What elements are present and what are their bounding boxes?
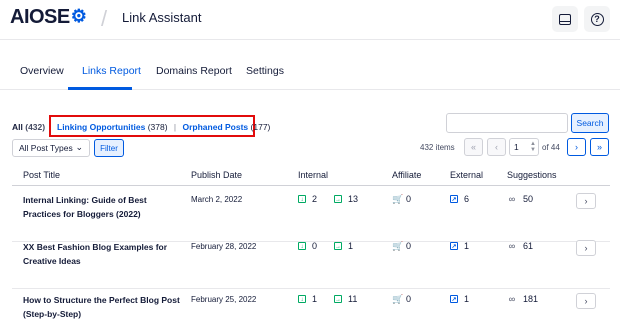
suggestions-count[interactable]: ∞ 181 [507, 294, 538, 304]
expand-row-button[interactable]: › [576, 240, 596, 256]
external-link-icon: ↗ [450, 195, 458, 203]
suggestions-count[interactable]: ∞ 50 [507, 194, 533, 204]
external-links[interactable]: ↗ 1 [450, 294, 469, 304]
inbound-link-icon: ↓ [298, 295, 306, 303]
page-total: of 44 [542, 143, 560, 152]
tab-settings[interactable]: Settings [246, 65, 284, 77]
external-links[interactable]: ↗ 1 [450, 241, 469, 251]
items-count: 432 items [420, 143, 455, 152]
expand-row-button[interactable]: › [576, 293, 596, 309]
tab-overview[interactable]: Overview [20, 65, 64, 77]
link-chain-icon: ∞ [508, 194, 516, 204]
separator: | [173, 122, 177, 132]
external-link-icon: ↗ [450, 242, 458, 250]
inbound-links[interactable]: ↓ 2 [298, 194, 317, 204]
outbound-link-icon: → [334, 295, 342, 303]
link-chain-icon: ∞ [508, 241, 516, 251]
prev-page-button[interactable]: ‹ [487, 138, 506, 156]
tab-domains-report[interactable]: Domains Report [156, 65, 232, 77]
filter-button[interactable]: Filter [94, 139, 124, 157]
chevron-down-icon: ⌄ [75, 142, 83, 152]
link-chain-icon: ∞ [508, 294, 516, 304]
external-link-icon: ↗ [450, 295, 458, 303]
affiliate-links[interactable]: 🛒 0 [392, 194, 411, 204]
cart-icon: 🛒 [392, 241, 404, 251]
tab-bar: Overview Links Report Domains Report Set… [0, 40, 620, 90]
table-header: Post Title Publish Date Internal Affilia… [12, 164, 610, 186]
col-suggestions: Suggestions [507, 170, 557, 180]
page-number-input[interactable]: 1 ▲ ▼ [509, 138, 539, 156]
col-post-title[interactable]: Post Title [23, 170, 60, 180]
col-external: External [450, 170, 484, 180]
notifications-button[interactable] [552, 6, 578, 32]
post-title-link[interactable]: XX Best Fashion Blog Examples for Creati… [23, 240, 183, 268]
inbound-link-icon: ↓ [298, 195, 306, 203]
stepper-icon: ▲ ▼ [530, 141, 536, 153]
inbound-link-icon: ↓ [298, 242, 306, 250]
post-type-value: All Post Types [19, 143, 73, 153]
inbound-links[interactable]: ↓ 1 [298, 294, 317, 304]
search-button[interactable]: Search [571, 113, 609, 133]
external-links[interactable]: ↗ 6 [450, 194, 469, 204]
filter-all-label: All [12, 122, 23, 132]
highlight-box: Linking Opportunities (378) | Orphaned P… [49, 115, 270, 137]
gear-o-icon: ⚙ [70, 6, 87, 26]
affiliate-links[interactable]: 🛒 0 [392, 294, 411, 304]
top-bar: AIOSE⚙ / Link Assistant ? [0, 0, 620, 40]
page-title: Link Assistant [122, 10, 202, 25]
cart-icon: 🛒 [392, 294, 404, 304]
outbound-link-icon: → [334, 195, 342, 203]
filter-linking-opportunities[interactable]: Linking Opportunities [57, 122, 145, 132]
publish-date: February 28, 2022 [191, 242, 257, 251]
tab-links-report[interactable]: Links Report [82, 65, 141, 77]
col-internal: Internal [298, 170, 329, 180]
expand-row-button[interactable]: › [576, 193, 596, 209]
table-row: XX Best Fashion Blog Examples for Creati… [12, 233, 610, 289]
affiliate-links[interactable]: 🛒 0 [392, 241, 411, 251]
help-button[interactable]: ? [584, 6, 610, 32]
outbound-links[interactable]: → 13 [334, 194, 358, 204]
active-tab-indicator [68, 87, 132, 90]
cart-icon: 🛒 [392, 194, 404, 204]
post-type-select[interactable]: All Post Types ⌄ [12, 139, 90, 157]
col-publish-date[interactable]: Publish Date [191, 170, 242, 180]
outbound-link-icon: → [334, 242, 342, 250]
help-icon: ? [590, 12, 604, 26]
last-page-button[interactable]: » [590, 138, 609, 156]
next-page-button[interactable]: › [567, 138, 586, 156]
publish-date: March 2, 2022 [191, 195, 243, 204]
aioseo-logo: AIOSE⚙ [10, 6, 87, 28]
current-page: 1 [514, 142, 519, 152]
inbox-icon [559, 13, 571, 25]
post-title-link[interactable]: How to Structure the Perfect Blog Post (… [23, 293, 183, 321]
outbound-links[interactable]: → 1 [334, 241, 353, 251]
first-page-button[interactable]: « [464, 138, 483, 156]
divider: / [101, 6, 108, 31]
col-affiliate: Affiliate [392, 170, 422, 180]
opportunities-count: (378) [147, 122, 168, 132]
inbound-links[interactable]: ↓ 0 [298, 241, 317, 251]
table-row: How to Structure the Perfect Blog Post (… [12, 286, 610, 335]
publish-date: February 25, 2022 [191, 295, 257, 304]
filter-all-count: (432) [25, 122, 46, 132]
filter-orphaned-posts[interactable]: Orphaned Posts [183, 122, 249, 132]
orphaned-count: (177) [250, 122, 271, 132]
post-title-link[interactable]: Internal Linking: Guide of Best Practice… [23, 193, 183, 221]
suggestions-count[interactable]: ∞ 61 [507, 241, 533, 251]
search-input[interactable] [446, 113, 568, 133]
filter-all[interactable]: All (432) [12, 122, 45, 132]
outbound-links[interactable]: → 11 [334, 294, 357, 304]
